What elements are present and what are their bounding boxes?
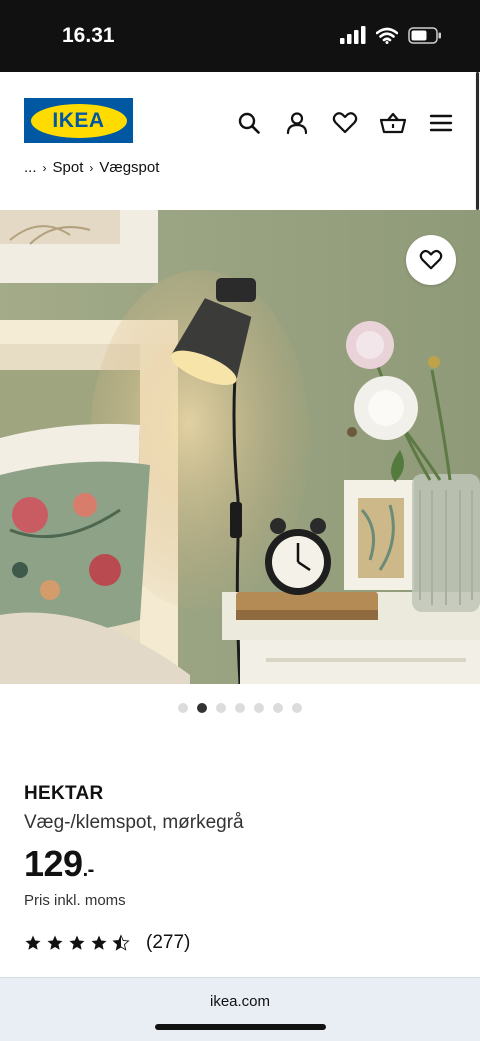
wifi-icon [376, 27, 398, 44]
product-rating[interactable]: (277) [24, 932, 190, 954]
header-nav-icons [234, 108, 456, 138]
rating-stars [24, 934, 130, 952]
product-price: 129.- [24, 843, 94, 885]
heart-icon[interactable] [330, 108, 360, 138]
menu-icon[interactable] [426, 108, 456, 138]
status-icons [340, 26, 442, 44]
carousel-dot[interactable] [235, 703, 245, 713]
carousel-dot[interactable] [292, 703, 302, 713]
carousel-dot[interactable] [254, 703, 264, 713]
basket-icon[interactable] [378, 108, 408, 138]
carousel-dot[interactable] [216, 703, 226, 713]
logo-text: IKEA [52, 108, 105, 132]
signal-icon [340, 26, 366, 44]
star-icon [112, 934, 130, 951]
status-time: 16.31 [62, 24, 115, 47]
carousel-dot[interactable] [273, 703, 283, 713]
status-bar: 16.31 [0, 0, 480, 72]
price-value: 129 [24, 843, 83, 884]
price-suffix: .- [82, 859, 95, 881]
site-header: IKEA ... › Spot › Vægspot [0, 72, 480, 210]
breadcrumb: ... › Spot › Vægspot [24, 159, 159, 176]
add-to-wishlist-button[interactable] [406, 235, 456, 285]
carousel-dots [0, 703, 480, 713]
breadcrumb-item-ellipsis[interactable]: ... [24, 159, 37, 176]
carousel-dot[interactable] [197, 703, 207, 713]
logo-oval: IKEA [30, 103, 127, 138]
user-icon[interactable] [282, 108, 312, 138]
star-icon [69, 935, 85, 950]
battery-icon [408, 26, 441, 44]
product-photo [0, 210, 480, 684]
carousel-dot[interactable] [178, 703, 188, 713]
home-indicator[interactable] [155, 1024, 326, 1030]
chevron-right-icon: › [42, 160, 47, 175]
browser-url-bar[interactable]: ikea.com [0, 977, 480, 1041]
product-image[interactable] [0, 210, 480, 684]
star-icon [25, 935, 41, 950]
star-icon [47, 935, 63, 950]
url-text[interactable]: ikea.com [0, 993, 480, 1010]
product-description: Væg-/klemspot, mørkegrå [24, 812, 244, 833]
star-icon [91, 935, 107, 950]
scrollbar-thumb[interactable] [476, 72, 479, 210]
breadcrumb-item-spot[interactable]: Spot [53, 159, 84, 176]
review-count: (277) [146, 932, 191, 953]
heart-icon [419, 249, 443, 270]
price-note: Pris inkl. moms [24, 892, 126, 909]
product-name[interactable]: HEKTAR [24, 783, 104, 805]
chevron-right-icon: › [89, 160, 94, 175]
scrollbar-track[interactable] [475, 72, 480, 210]
ikea-logo[interactable]: IKEA [24, 98, 133, 143]
search-icon[interactable] [234, 108, 264, 138]
breadcrumb-item-vaegspot[interactable]: Vægspot [99, 159, 159, 176]
